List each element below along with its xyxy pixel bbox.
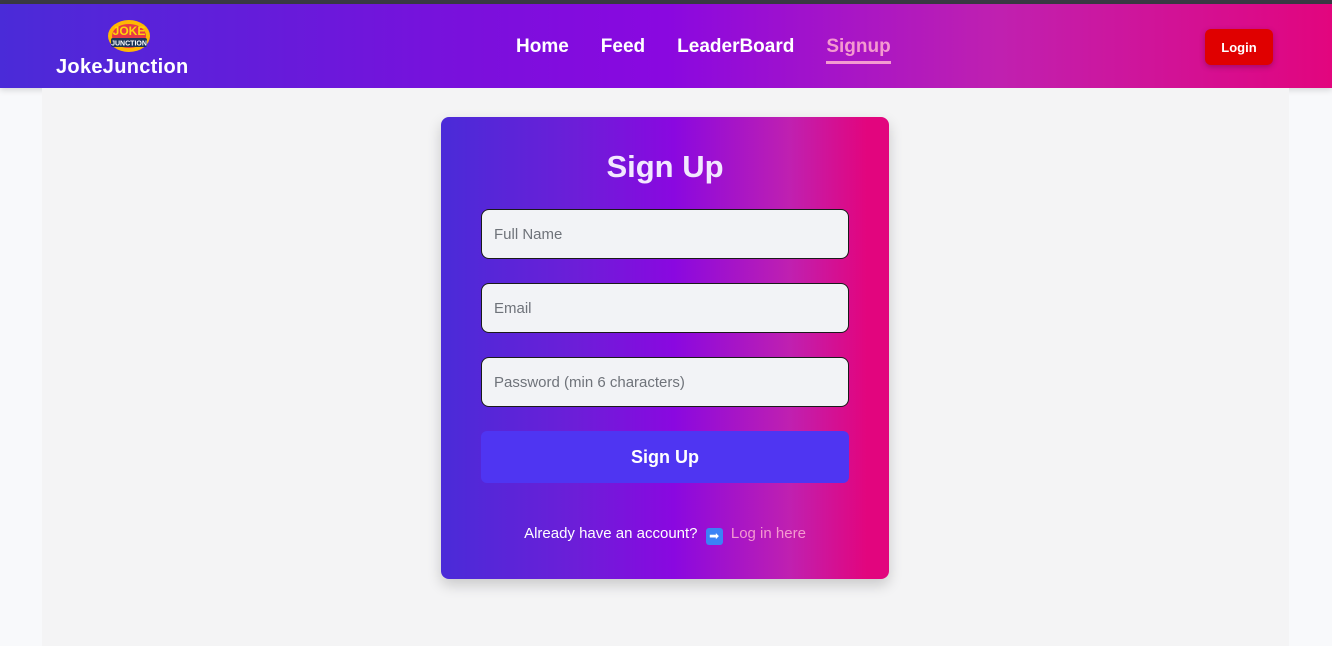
logo-text-top: JOKE <box>113 24 146 38</box>
nav-leaderboard[interactable]: LeaderBoard <box>677 34 794 64</box>
login-button[interactable]: Login <box>1205 29 1273 65</box>
nav-signup[interactable]: Signup <box>826 34 891 64</box>
logo-text-bottom: JUNCTION <box>111 41 147 48</box>
right-arrow-icon: ➡ <box>705 528 723 545</box>
signup-card: Sign Up Sign Up Already have an account?… <box>441 117 889 579</box>
login-prompt: Already have an account? ➡ Log in here <box>441 525 889 545</box>
nav-home[interactable]: Home <box>516 34 569 64</box>
password-input[interactable] <box>481 357 849 407</box>
brand-name: JokeJunction <box>56 56 189 78</box>
brand-link[interactable]: JOKE JUNCTION JokeJunction <box>56 14 201 80</box>
logo-icon: JOKE JUNCTION <box>106 18 152 54</box>
login-prompt-text: Already have an account? <box>524 525 698 542</box>
signup-submit-button[interactable]: Sign Up <box>481 431 849 483</box>
full-name-input[interactable] <box>481 209 849 259</box>
main-nav: Home Feed LeaderBoard Signup <box>516 34 891 64</box>
login-link[interactable]: Log in here <box>731 525 806 542</box>
signup-title: Sign Up <box>606 149 724 184</box>
nav-feed[interactable]: Feed <box>601 34 645 64</box>
navbar: JOKE JUNCTION JokeJunction Home Feed Lea… <box>0 4 1332 88</box>
email-input[interactable] <box>481 283 849 333</box>
